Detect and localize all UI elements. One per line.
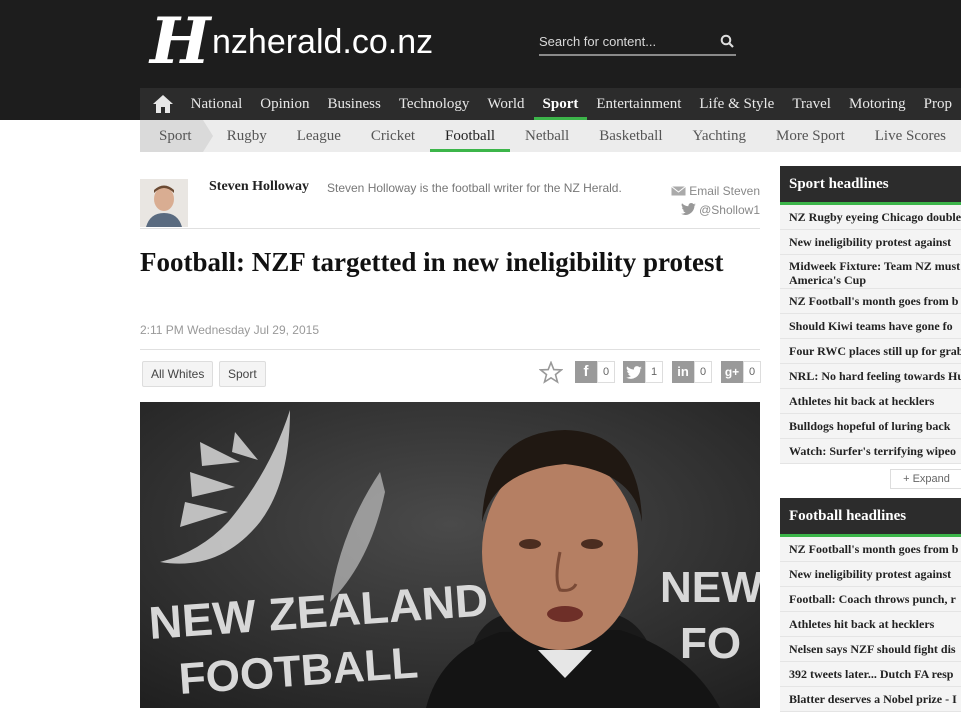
subnav-yachting[interactable]: Yachting — [678, 120, 761, 152]
twitter-handle: @Shollow1 — [699, 203, 760, 217]
nav-travel[interactable]: Travel — [783, 88, 840, 120]
googleplus-icon: g+ — [721, 361, 743, 383]
nav-property[interactable]: Prop — [915, 88, 961, 120]
football-headline-item[interactable]: Football: Coach throws punch, r — [780, 587, 961, 612]
subnav-cricket[interactable]: Cricket — [356, 120, 430, 152]
nav-business[interactable]: Business — [318, 88, 389, 120]
search-icon[interactable] — [720, 34, 734, 48]
article-photo[interactable]: NEW ZEALAND FOOTBALL NEW FO — [140, 402, 760, 708]
author-photo — [140, 179, 188, 227]
favourite-star-icon[interactable] — [539, 361, 563, 384]
photo-text-fo: FO — [680, 619, 741, 668]
main-nav: National Opinion Business Technology Wor… — [140, 88, 961, 120]
football-headlines-panel: Football headlines NZ Football's month g… — [780, 498, 961, 712]
search-input[interactable] — [539, 30, 709, 52]
tag-sport[interactable]: Sport — [219, 361, 266, 387]
twitter-share-icon — [623, 361, 645, 383]
twitter-icon — [680, 203, 696, 216]
football-headline-item[interactable]: Blatter deserves a Nobel prize - I — [780, 687, 961, 712]
linkedin-share-button[interactable]: in 0 — [672, 360, 713, 384]
home-button[interactable] — [140, 88, 182, 120]
football-headlines-title: Football headlines — [780, 498, 961, 537]
author-avatar[interactable] — [140, 179, 188, 227]
expand-button[interactable]: + Expand — [890, 469, 961, 489]
article-headline: Football: NZF targetted in new ineligibi… — [140, 247, 724, 277]
nav-opinion[interactable]: Opinion — [251, 88, 318, 120]
nav-life-style[interactable]: Life & Style — [690, 88, 783, 120]
twitter-count: 1 — [645, 361, 664, 383]
facebook-icon: f — [575, 361, 597, 383]
football-headline-item[interactable]: Athletes hit back at hecklers — [780, 612, 961, 637]
football-headline-item[interactable]: NZ Football's month goes from b — [780, 537, 961, 562]
nav-motoring[interactable]: Motoring — [840, 88, 915, 120]
googleplus-share-button[interactable]: g+ 0 — [721, 360, 762, 384]
sport-headline-item[interactable]: Bulldogs hopeful of luring back — [780, 414, 961, 439]
article-photo-image: NEW ZEALAND FOOTBALL NEW FO — [140, 402, 760, 708]
football-headline-item[interactable]: 392 tweets later... Dutch FA resp — [780, 662, 961, 687]
sport-headline-item[interactable]: Watch: Surfer's terrifying wipeo — [780, 439, 961, 464]
sport-headline-item[interactable]: Athletes hit back at hecklers — [780, 389, 961, 414]
author-box: Steven Holloway Steven Holloway is the f… — [140, 166, 760, 229]
divider — [140, 349, 760, 350]
nav-world[interactable]: World — [478, 88, 533, 120]
subnav-football[interactable]: Football — [430, 120, 511, 152]
sport-headline-item[interactable]: NZ Football's month goes from b — [780, 289, 961, 314]
subnav-rugby[interactable]: Rugby — [212, 120, 282, 152]
nav-national[interactable]: National — [182, 88, 252, 120]
subnav-more-sport[interactable]: More Sport — [761, 120, 860, 152]
twitter-share-button[interactable]: 1 — [623, 360, 664, 384]
herald-logo-icon[interactable]: H — [150, 6, 210, 78]
site-name[interactable]: nzherald.co.nz — [212, 20, 433, 64]
subnav-league[interactable]: League — [282, 120, 356, 152]
sport-headline-item[interactable]: Four RWC places still up for grab — [780, 339, 961, 364]
tag-all-whites[interactable]: All Whites — [142, 361, 214, 387]
author-twitter-link[interactable]: @Shollow1 — [680, 203, 760, 217]
nav-technology[interactable]: Technology — [390, 88, 479, 120]
googleplus-count: 0 — [743, 361, 762, 383]
sport-headlines-title: Sport headlines — [780, 166, 961, 205]
subnav-netball[interactable]: Netball — [510, 120, 584, 152]
sport-sub-nav: Sport Rugby League Cricket Football Netb… — [140, 120, 961, 152]
football-headline-item[interactable]: New ineligibility protest against — [780, 562, 961, 587]
sport-headline-item[interactable]: Should Kiwi teams have gone fo — [780, 314, 961, 339]
author-name[interactable]: Steven Holloway — [209, 179, 309, 195]
sport-headline-item[interactable]: New ineligibility protest against — [780, 230, 961, 255]
nav-entertainment[interactable]: Entertainment — [587, 88, 690, 120]
subnav-live-scores[interactable]: Live Scores — [860, 120, 961, 152]
football-headline-item[interactable]: Nelsen says NZF should fight dis — [780, 637, 961, 662]
email-label: Email Steven — [689, 184, 760, 198]
article-dateline: 2:11 PM Wednesday Jul 29, 2015 — [140, 323, 320, 337]
photo-text-new: NEW — [660, 563, 760, 612]
nav-sport[interactable]: Sport — [533, 88, 588, 120]
sport-headlines-panel: Sport headlines NZ Rugby eyeing Chicago … — [780, 166, 961, 489]
subnav-basketball[interactable]: Basketball — [584, 120, 677, 152]
linkedin-count: 0 — [694, 361, 713, 383]
envelope-icon — [671, 186, 686, 196]
sport-headline-item[interactable]: NZ Rugby eyeing Chicago double — [780, 205, 961, 230]
search-box — [539, 30, 736, 56]
facebook-share-button[interactable]: f 0 — [575, 360, 616, 384]
facebook-count: 0 — [597, 361, 616, 383]
author-bio: Steven Holloway is the football writer f… — [327, 181, 622, 195]
home-icon — [153, 95, 173, 113]
email-author-link[interactable]: Email Steven — [671, 184, 760, 198]
linkedin-icon: in — [672, 361, 694, 383]
sport-headline-item[interactable]: Midweek Fixture: Team NZ must America's … — [780, 255, 961, 289]
sport-headline-item[interactable]: NRL: No hard feeling towards Hu — [780, 364, 961, 389]
subnav-section-sport[interactable]: Sport — [140, 120, 214, 152]
